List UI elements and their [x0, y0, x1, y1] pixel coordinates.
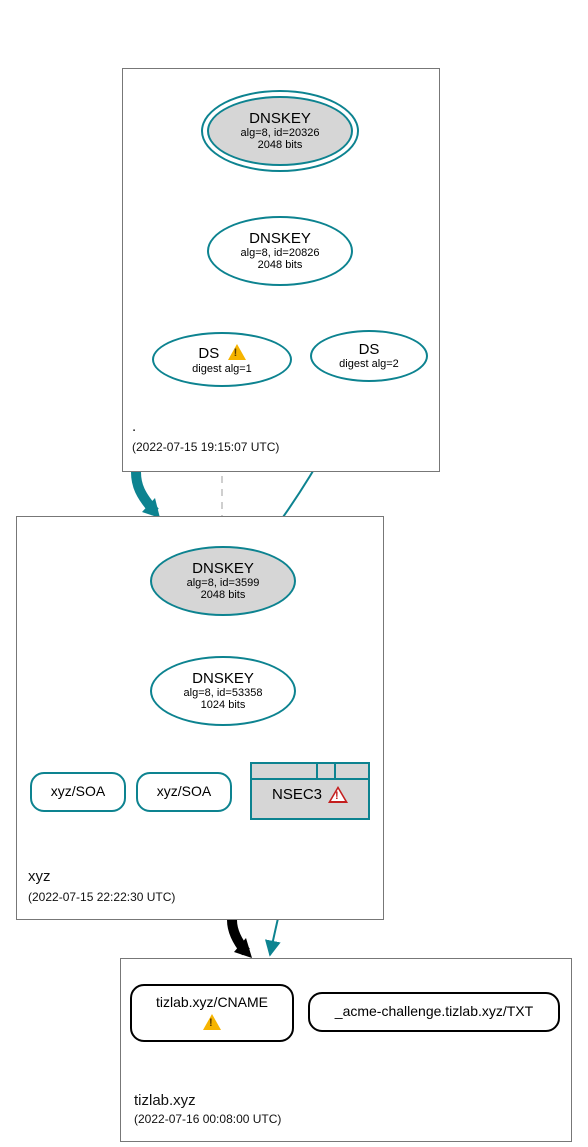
node-nsec3-tabs [252, 764, 368, 780]
node-root-ksk-title: DNSKEY [249, 111, 311, 128]
node-ds2: DS digest alg=2 [310, 330, 428, 382]
zone-root-date: (2022-07-15 19:15:07 UTC) [132, 440, 279, 454]
warning-icon [228, 344, 246, 360]
zone-tizlab-label: tizlab.xyz [134, 1092, 196, 1109]
warning-icon [203, 1014, 221, 1030]
node-xyz-soa1-title: xyz/SOA [51, 784, 105, 799]
node-xyz-zsk-l2: alg=8, id=53358 [184, 687, 263, 699]
node-txt-title: _acme-challenge.tizlab.xyz/TXT [335, 1004, 533, 1019]
error-icon [328, 786, 348, 803]
node-cname-title: tizlab.xyz/CNAME [156, 995, 268, 1010]
node-cname: tizlab.xyz/CNAME [130, 984, 294, 1042]
node-ds1-title: DS [198, 344, 245, 363]
node-xyz-ksk: DNSKEY alg=8, id=3599 2048 bits [150, 546, 296, 616]
node-xyz-ksk-l3: 2048 bits [201, 589, 246, 601]
node-root-zsk-l3: 2048 bits [258, 259, 303, 271]
node-xyz-zsk-l3: 1024 bits [201, 699, 246, 711]
node-xyz-ksk-l2: alg=8, id=3599 [187, 577, 260, 589]
node-nsec3-body: NSEC3 [252, 780, 368, 811]
zone-xyz-date: (2022-07-15 22:22:30 UTC) [28, 890, 175, 904]
zone-root-label: . [132, 418, 136, 435]
node-root-ksk-l2: alg=8, id=20326 [241, 127, 320, 139]
node-xyz-ksk-title: DNSKEY [192, 561, 254, 578]
node-root-zsk: DNSKEY alg=8, id=20826 2048 bits [207, 216, 353, 286]
diagram-canvas: { "zones": { "root": { "label": ".", "ti… [0, 0, 588, 1147]
node-xyz-soa2: xyz/SOA [136, 772, 232, 812]
node-ds1-l2: digest alg=1 [192, 363, 252, 375]
node-xyz-zsk-title: DNSKEY [192, 671, 254, 688]
node-txt: _acme-challenge.tizlab.xyz/TXT [308, 992, 560, 1032]
node-xyz-soa2-title: xyz/SOA [157, 784, 211, 799]
node-root-zsk-l2: alg=8, id=20826 [241, 247, 320, 259]
node-ds2-title: DS [359, 342, 380, 359]
node-nsec3-title: NSEC3 [272, 786, 322, 803]
zone-tizlab-date: (2022-07-16 00:08:00 UTC) [134, 1112, 281, 1126]
node-xyz-soa1: xyz/SOA [30, 772, 126, 812]
node-nsec3: NSEC3 [250, 762, 370, 820]
node-root-ksk: DNSKEY alg=8, id=20326 2048 bits [207, 96, 353, 166]
node-root-ksk-l3: 2048 bits [258, 139, 303, 151]
node-root-zsk-title: DNSKEY [249, 231, 311, 248]
node-ds1: DS digest alg=1 [152, 332, 292, 387]
node-xyz-zsk: DNSKEY alg=8, id=53358 1024 bits [150, 656, 296, 726]
zone-xyz-label: xyz [28, 868, 51, 885]
node-ds1-title-text: DS [198, 345, 219, 362]
node-ds2-l2: digest alg=2 [339, 358, 399, 370]
